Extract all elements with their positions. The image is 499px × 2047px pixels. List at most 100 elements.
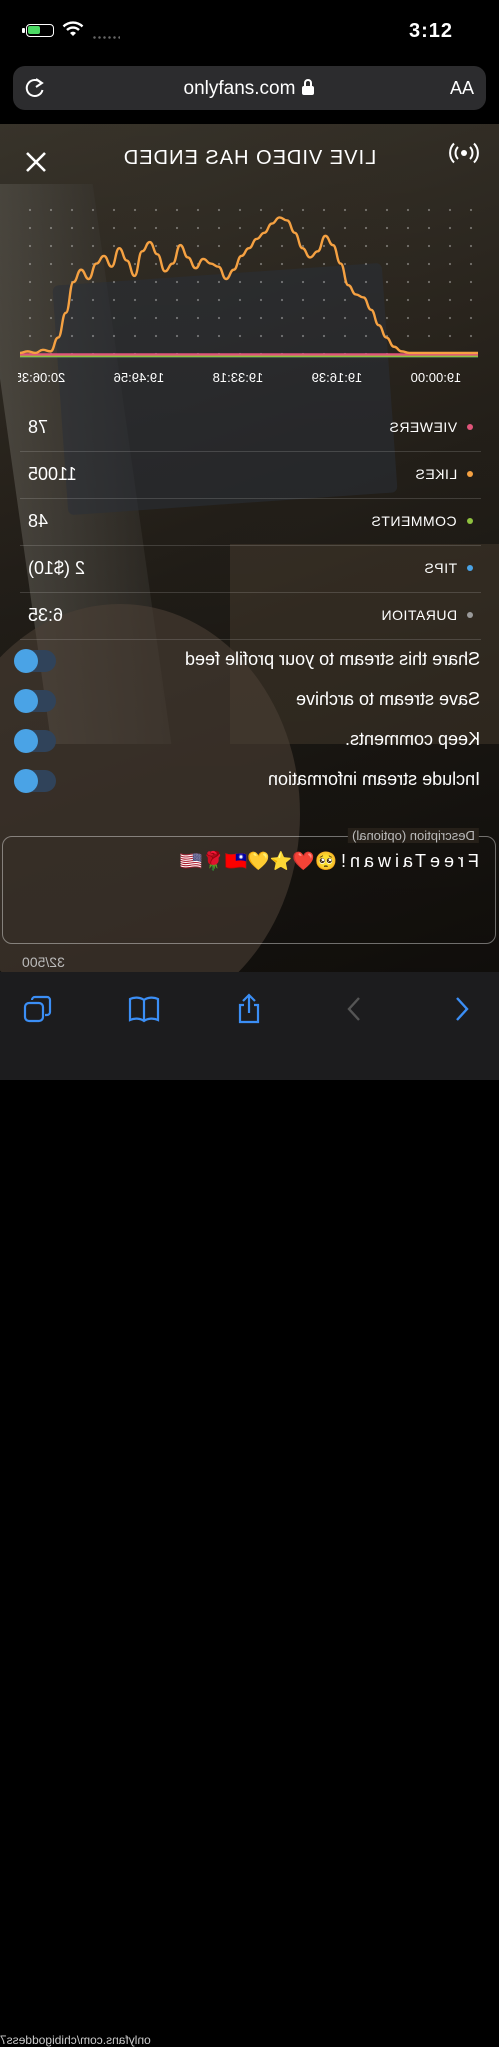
- chart-grid-dot: [259, 298, 263, 302]
- chart-grid-dot: [133, 262, 137, 266]
- chart-grid-dot: [196, 226, 200, 230]
- url-text: onlyfans.com: [183, 78, 296, 99]
- chart-grid-dot: [49, 334, 53, 338]
- chart-grid-dot: [70, 316, 74, 320]
- chart-grid-dot: [238, 262, 242, 266]
- stat-label: DURATION: [380, 607, 457, 623]
- option-label: Keep comments.: [344, 729, 480, 749]
- chart-grid-dot: [301, 316, 305, 320]
- page-title: LIVE VIDEO HAS ENDED: [122, 147, 377, 169]
- footer-url: onlyfans.com/chibigoddess7: [0, 2033, 151, 2047]
- chart-grid-dot: [49, 280, 53, 284]
- chart-grid-dot: [217, 316, 221, 320]
- chart-grid-dot: [196, 316, 200, 320]
- chart-grid-dot: [322, 334, 326, 338]
- chart-grid-dot: [322, 298, 326, 302]
- tabs-icon[interactable]: [21, 992, 55, 1026]
- chart-grid-dot: [322, 262, 326, 266]
- chart-grid-dot: [49, 316, 53, 320]
- chart-grid-dot: [406, 334, 410, 338]
- description-emoji: ⭐: [269, 851, 293, 871]
- chart-x-ticks: 20:06:35 19:49:56 19:33:18 19:16:39 19:00:00: [18, 370, 461, 385]
- signal-indicator: [92, 36, 120, 39]
- chart-grid-dot: [343, 226, 347, 230]
- chart-grid-dot: [28, 244, 32, 248]
- stream-stats: 78 VIEWERS 11005 LIKES 48 COMMENTS 2 ($10) TIPS…: [20, 405, 481, 640]
- description-emoji: ❤️: [292, 851, 315, 871]
- chart-grid-dot: [406, 244, 410, 248]
- chart-grid-dot: [133, 208, 137, 212]
- chart-grid-dot: [91, 208, 95, 212]
- lock-icon: [302, 79, 315, 95]
- chart-grid-dot: [448, 298, 452, 302]
- option-label: Share this stream to your profile feed: [184, 649, 480, 669]
- chart-grid-dot: [469, 280, 473, 284]
- forward-icon[interactable]: [444, 992, 478, 1026]
- chart-grid-dot: [427, 262, 431, 266]
- chart-grid-dot: [133, 298, 137, 302]
- chart-grid-dot: [448, 226, 452, 230]
- chart-grid-dot: [448, 262, 452, 266]
- chart-grid-dot: [70, 298, 74, 302]
- stat-value: 6:35: [28, 605, 64, 625]
- chart-grid-dot: [175, 334, 179, 338]
- chart-grid-dot: [112, 298, 116, 302]
- option-toggle[interactable]: [14, 769, 56, 793]
- back-icon[interactable]: [338, 992, 372, 1026]
- chart-grid-dot: [112, 208, 116, 212]
- chart-grid-dot: [196, 280, 200, 284]
- chart-grid-dot: [154, 316, 158, 320]
- chart-grid-dot: [448, 316, 452, 320]
- chart-grid-dot: [133, 280, 137, 284]
- address-url[interactable]: onlyfans.com: [13, 78, 486, 100]
- battery-icon: [22, 24, 54, 37]
- chart-grid-dot: [217, 280, 221, 284]
- chart-grid-dot: [91, 226, 95, 230]
- chart-x-tick: 19:00:00: [411, 370, 462, 385]
- chart-grid-dot: [238, 316, 242, 320]
- option-toggle[interactable]: [14, 729, 56, 753]
- chart-grid-dot: [175, 316, 179, 320]
- chart-grid-dot: [175, 298, 179, 302]
- option-toggle[interactable]: [14, 689, 56, 713]
- chart-grid-dot: [343, 316, 347, 320]
- chart-grid-dot: [301, 244, 305, 248]
- share-icon[interactable]: [232, 992, 266, 1026]
- chart-grid-dot: [343, 298, 347, 302]
- description-field[interactable]: Description (optional) FreeTaiwan!🥺❤️⭐💛🇹…: [2, 828, 496, 944]
- chart-grid-dot: [280, 298, 284, 302]
- chart-grid-dot: [112, 334, 116, 338]
- chart-grid-dot: [28, 298, 32, 302]
- chart-grid-dot: [469, 244, 473, 248]
- chart-grid-dot: [238, 244, 242, 248]
- option-row: Share this stream to your profile feed: [14, 647, 480, 677]
- chart-grid-dot: [280, 262, 284, 266]
- description-text[interactable]: FreeTaiwan!🥺❤️⭐💛🇹🇼🌹🇺🇸: [180, 851, 479, 872]
- chart-grid-dot: [133, 316, 137, 320]
- chart-grid-dot: [70, 262, 74, 266]
- option-toggle[interactable]: [14, 649, 56, 673]
- chart-grid-dot: [406, 298, 410, 302]
- address-bar[interactable]: onlyfans.com AA: [13, 66, 486, 110]
- text-size-button[interactable]: AA: [450, 78, 474, 99]
- stat-row: 78 VIEWERS: [20, 405, 481, 452]
- chart-series: [19, 216, 478, 358]
- chart-grid-dot: [28, 226, 32, 230]
- stat-row: 11005 LIKES: [20, 452, 481, 499]
- chart-grid-dot: [91, 244, 95, 248]
- chart-grid-dot: [154, 280, 158, 284]
- chart-grid-dot: [133, 226, 137, 230]
- chart-grid-dot: [175, 262, 179, 266]
- chart-grid-dot: [322, 316, 326, 320]
- chart-grid-dot: [364, 208, 368, 212]
- stat-value: 48: [28, 511, 49, 531]
- stat-label: VIEWERS: [388, 419, 457, 435]
- chart-x-tick-label: 19:49:56: [114, 370, 165, 385]
- stat-value: 78: [28, 417, 49, 437]
- bookmarks-icon[interactable]: [127, 992, 161, 1026]
- chart-grid-dot: [91, 316, 95, 320]
- chart-grid-dot: [301, 280, 305, 284]
- chart-grid-dot: [469, 208, 473, 212]
- chart-grid-dot: [280, 316, 284, 320]
- chart-grid-dot: [448, 280, 452, 284]
